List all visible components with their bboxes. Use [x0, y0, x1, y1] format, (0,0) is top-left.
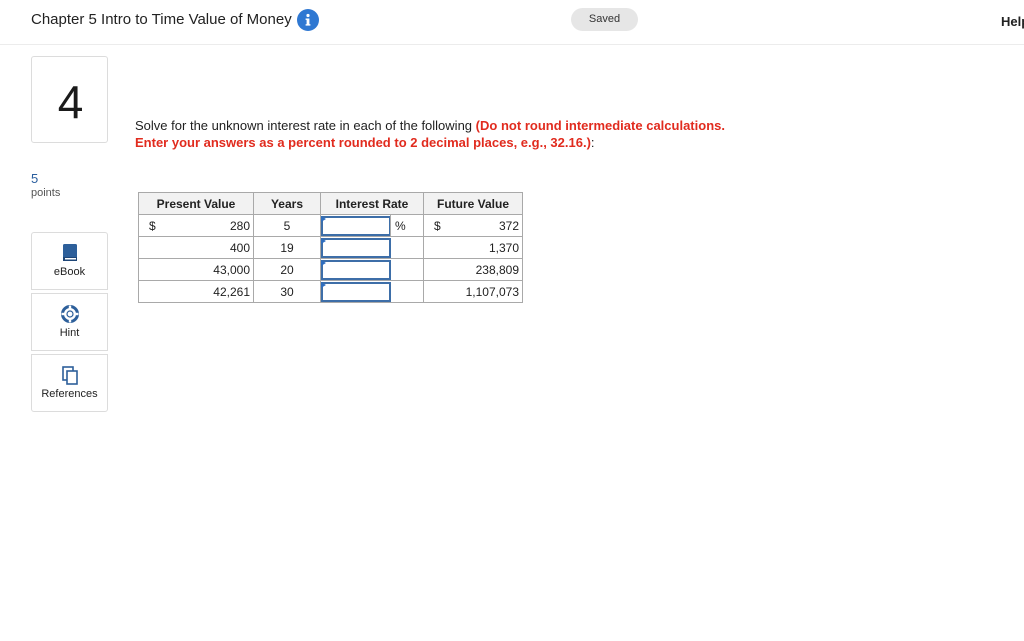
future-value-cell: 1,370 — [423, 236, 523, 259]
input-marker-icon — [321, 216, 326, 222]
interest-rate-cell — [320, 236, 424, 259]
ebook-label: eBook — [53, 266, 86, 278]
currency-symbol: $ — [149, 219, 156, 233]
interest-rate-input[interactable] — [321, 216, 391, 236]
interest-rate-cell — [320, 258, 424, 281]
help-link[interactable]: Help — [1001, 14, 1024, 29]
lifebuoy-icon — [61, 304, 79, 324]
interest-rate-input[interactable] — [321, 260, 391, 280]
question-number: 4 — [57, 76, 84, 128]
present-value: 280 — [229, 218, 250, 233]
prompt-tail: : — [590, 135, 595, 150]
assignment-title: Chapter 5 Intro to Time Value of Money — [31, 11, 292, 28]
points-label: points — [31, 187, 61, 199]
prompt-text: Solve for the unknown interest rate in e… — [135, 118, 473, 133]
info-icon[interactable] — [297, 9, 319, 31]
present-value-cell: 42,261 — [138, 280, 254, 303]
copy-documents-icon — [61, 365, 79, 385]
header-future-value: Future Value — [423, 192, 523, 215]
currency-symbol: $ — [434, 219, 441, 233]
future-value-cell: 1,107,073 — [423, 280, 523, 303]
interest-rate-cell — [320, 280, 424, 303]
points-value: 5 — [31, 171, 39, 186]
present-value-cell: 43,000 — [138, 258, 254, 281]
question-number-box: 4 — [31, 56, 108, 143]
present-value-cell: $ 280 — [138, 214, 254, 237]
saved-status-badge: Saved — [571, 8, 638, 31]
interest-rate-input[interactable] — [321, 238, 391, 258]
references-button[interactable]: References — [31, 354, 108, 412]
top-bar: Chapter 5 Intro to Time Value of Money S… — [0, 0, 1024, 45]
years-cell: 19 — [253, 236, 321, 259]
references-label: References — [41, 388, 98, 400]
future-value-cell: 238,809 — [423, 258, 523, 281]
hint-button[interactable]: Hint — [31, 293, 108, 351]
input-marker-icon — [321, 282, 326, 288]
hint-label: Hint — [59, 327, 80, 339]
future-value-cell: $ 372 — [423, 214, 523, 237]
input-marker-icon — [321, 260, 326, 266]
interest-rate-cell: % — [320, 214, 424, 237]
question-prompt: Solve for the unknown interest rate in e… — [135, 117, 725, 151]
table-row: 42,261 30 1,107,073 — [138, 280, 523, 303]
years-cell: 20 — [253, 258, 321, 281]
input-marker-icon — [321, 238, 326, 244]
percent-symbol: % — [395, 219, 406, 233]
book-icon — [61, 243, 79, 263]
years-cell: 5 — [253, 214, 321, 237]
table-header-row: Present Value Years Interest Rate Future… — [138, 192, 523, 215]
header-interest-rate: Interest Rate — [320, 192, 424, 215]
table-row: 400 19 1,370 — [138, 236, 523, 259]
header-present-value: Present Value — [138, 192, 254, 215]
table-row: 43,000 20 238,809 — [138, 258, 523, 281]
header-years: Years — [253, 192, 321, 215]
years-cell: 30 — [253, 280, 321, 303]
percent-divider — [390, 215, 391, 237]
future-value: 372 — [498, 218, 519, 233]
interest-rate-input[interactable] — [321, 282, 391, 302]
table-row: $ 280 5 % $ 372 — [138, 214, 523, 237]
interest-rate-table: Present Value Years Interest Rate Future… — [138, 192, 523, 303]
ebook-button[interactable]: eBook — [31, 232, 108, 290]
present-value-cell: 400 — [138, 236, 254, 259]
